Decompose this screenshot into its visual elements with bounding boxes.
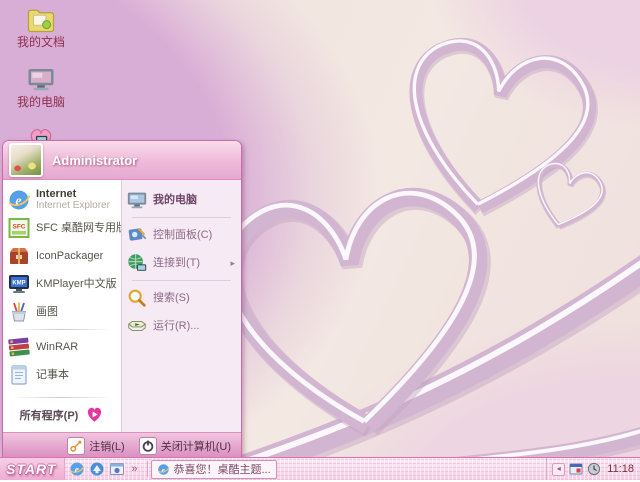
desktop-icon-my-documents[interactable]: 我的文档: [6, 4, 76, 49]
tray-clock-app-icon[interactable]: [587, 462, 601, 476]
svg-text:KMP: KMP: [12, 281, 25, 287]
internet-explorer-icon: e: [157, 463, 170, 476]
desktop-icon-label: 我的文档: [17, 36, 65, 49]
start-menu-item-run[interactable]: 运行(R)...: [122, 312, 241, 340]
submenu-arrow-icon: ▸: [230, 258, 237, 269]
user-name: Administrator: [52, 153, 137, 168]
internet-explorer-quick-launch-icon[interactable]: e: [69, 461, 85, 477]
taskbar-divider: [147, 461, 148, 477]
my-documents-icon: [26, 4, 56, 34]
menu-item-label: 运行(R)...: [153, 320, 199, 332]
quick-launch-bar: e »: [65, 461, 143, 477]
system-tray: ◂ 11:18: [546, 458, 640, 480]
menu-separator: [11, 397, 113, 398]
log-off-label: 注销(L): [89, 438, 124, 454]
menu-item-label: WinRAR: [36, 341, 78, 353]
clock[interactable]: 11:18: [605, 463, 634, 475]
all-programs-heart-arrow-icon: [85, 405, 104, 424]
menu-item-label: 搜索(S): [153, 292, 190, 304]
menu-item-sublabel: Internet Explorer: [36, 200, 110, 212]
start-menu-item-control-panel[interactable]: 控制面板(C): [122, 221, 241, 249]
start-button-label: START: [6, 461, 56, 477]
all-programs-label: 所有程序(P): [20, 407, 79, 423]
all-programs-button[interactable]: 所有程序(P): [3, 401, 121, 430]
task-button-label: 恭喜您！桌酷主题...: [174, 461, 271, 477]
user-avatar[interactable]: [9, 143, 43, 177]
menu-item-label: 画图: [36, 306, 58, 318]
quick-launch-overflow-chevron[interactable]: »: [129, 463, 139, 475]
notepad-icon: [7, 363, 31, 387]
start-menu-item-paint[interactable]: 画图: [3, 298, 121, 326]
power-icon: [139, 437, 157, 455]
task-button-zhuoku-theme[interactable]: e 恭喜您！桌酷主题...: [151, 460, 277, 479]
start-menu-item-kmplayer[interactable]: KMP KMPlayer中文版: [3, 270, 121, 298]
my-computer-icon: [126, 189, 148, 211]
menu-item-label: 控制面板(C): [153, 229, 212, 241]
desktop-screen: 我的文档 我的电脑 网上邻居 Administrator e: [0, 0, 640, 480]
start-menu-header: Administrator: [3, 141, 241, 180]
menu-separator: [11, 329, 113, 330]
show-desktop-quick-launch-icon[interactable]: [89, 461, 105, 477]
menu-item-label: KMPlayer中文版: [36, 278, 117, 290]
start-menu-item-search[interactable]: 搜索(S): [122, 284, 241, 312]
start-menu-footer: 注销(L) 关闭计算机(U): [3, 432, 241, 458]
menu-item-label: IconPackager: [36, 250, 103, 262]
menu-item-label: 连接到(T): [153, 257, 200, 269]
start-menu-places-column: 我的电脑 控制面板(C) 连接到(T) ▸: [121, 180, 241, 432]
start-menu-item-sfc[interactable]: SFC SFC 桌酷网专用版: [3, 214, 121, 242]
sfc-icon: SFC: [7, 216, 31, 240]
taskbar: START e » e 恭喜您！桌酷主题... ◂: [0, 457, 640, 480]
menu-item-label: SFC 桌酷网专用版: [36, 222, 117, 234]
menu-item-label: 我的电脑: [153, 194, 197, 206]
desktop-icon-label: 我的电脑: [17, 96, 65, 109]
start-menu-item-connect-to[interactable]: 连接到(T) ▸: [122, 249, 241, 277]
menu-separator: [132, 217, 231, 218]
my-computer-icon: [26, 64, 56, 94]
start-menu: Administrator e Internet Internet Explor…: [2, 140, 242, 459]
svg-text:e: e: [161, 465, 165, 474]
start-menu-item-my-computer[interactable]: 我的电脑: [122, 186, 241, 214]
start-menu-item-notepad[interactable]: 记事本: [3, 361, 121, 389]
start-button[interactable]: START: [0, 458, 65, 480]
svg-text:e: e: [15, 194, 21, 209]
start-menu-item-iconpackager[interactable]: IconPackager: [3, 242, 121, 270]
start-menu-item-internet[interactable]: e Internet Internet Explorer: [3, 186, 121, 214]
log-off-button[interactable]: 注销(L): [67, 437, 124, 455]
start-menu-item-winrar[interactable]: WinRAR: [3, 333, 121, 361]
internet-explorer-icon: e: [7, 188, 31, 212]
menu-separator: [132, 280, 231, 281]
shut-down-button[interactable]: 关闭计算机(U): [139, 437, 231, 455]
desktop-icon-my-computer[interactable]: 我的电脑: [6, 64, 76, 109]
start-menu-pinned-column: e Internet Internet Explorer SFC SFC 桌酷网…: [3, 180, 121, 432]
run-icon: [126, 315, 148, 337]
tray-theme-app-icon[interactable]: [569, 462, 583, 476]
paint-icon: [7, 300, 31, 324]
hidden-icons-chevron[interactable]: ◂: [552, 463, 565, 476]
svg-text:SFC: SFC: [13, 224, 26, 231]
kmplayer-icon: KMP: [7, 272, 31, 296]
winrar-icon: [7, 335, 31, 359]
menu-item-label: Internet: [36, 188, 110, 200]
menu-item-label: 记事本: [36, 369, 69, 381]
control-panel-icon: [126, 224, 148, 246]
search-icon: [126, 287, 148, 309]
log-off-key-icon: [67, 437, 85, 455]
shut-down-label: 关闭计算机(U): [161, 438, 231, 454]
media-player-quick-launch-icon[interactable]: [109, 461, 125, 477]
connect-to-icon: [126, 252, 148, 274]
iconpackager-icon: [7, 244, 31, 268]
